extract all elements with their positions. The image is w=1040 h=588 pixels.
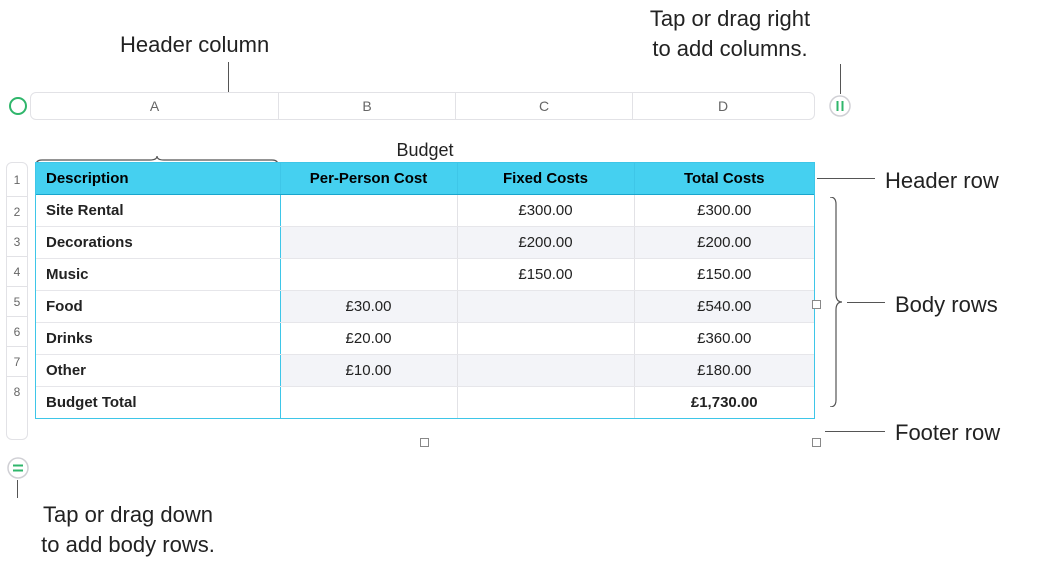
cell[interactable]: £150.00: [457, 259, 634, 291]
callout-add-rows: Tap or drag down to add body rows.: [18, 500, 238, 559]
cell[interactable]: £300.00: [634, 195, 814, 227]
row-ruler[interactable]: 1 2 3 4 5 6 7 8: [6, 162, 28, 440]
cell[interactable]: Other: [36, 355, 280, 387]
cell[interactable]: £200.00: [634, 227, 814, 259]
table-row[interactable]: Food £30.00 £540.00: [36, 291, 814, 323]
cell[interactable]: [280, 387, 457, 419]
table-title: Budget: [35, 140, 815, 161]
selection-handle-icon[interactable]: [420, 438, 429, 447]
cell[interactable]: [457, 387, 634, 419]
table-row[interactable]: Drinks £20.00 £360.00: [36, 323, 814, 355]
selection-handle-icon[interactable]: [812, 438, 821, 447]
row-number[interactable]: 4: [7, 257, 27, 287]
callout-footer-row: Footer row: [895, 418, 1000, 448]
cell[interactable]: [280, 195, 457, 227]
table-row[interactable]: Site Rental £300.00 £300.00: [36, 195, 814, 227]
cell[interactable]: [280, 227, 457, 259]
callout-add-columns: Tap or drag right to add columns.: [600, 4, 860, 63]
table-header-row[interactable]: Description Per-Person Cost Fixed Costs …: [36, 163, 814, 195]
brace-body-rows: [830, 197, 842, 407]
leader-line: [228, 62, 229, 94]
cell[interactable]: £540.00: [634, 291, 814, 323]
table-row[interactable]: Decorations £200.00 £200.00: [36, 227, 814, 259]
row-number[interactable]: 6: [7, 317, 27, 347]
spreadsheet-table[interactable]: Description Per-Person Cost Fixed Costs …: [35, 162, 815, 419]
cell[interactable]: £30.00: [280, 291, 457, 323]
cell[interactable]: Decorations: [36, 227, 280, 259]
column-header-b[interactable]: B: [279, 93, 456, 119]
cell[interactable]: [457, 323, 634, 355]
row-number[interactable]: 5: [7, 287, 27, 317]
row-number[interactable]: 3: [7, 227, 27, 257]
cell[interactable]: [280, 259, 457, 291]
cell[interactable]: £150.00: [634, 259, 814, 291]
cell[interactable]: £300.00: [457, 195, 634, 227]
leader-line: [840, 64, 841, 94]
header-cell[interactable]: Description: [36, 163, 280, 195]
header-cell[interactable]: Per-Person Cost: [280, 163, 457, 195]
row-number[interactable]: 2: [7, 197, 27, 227]
table-handle-icon[interactable]: [6, 94, 30, 118]
row-number[interactable]: 8: [7, 377, 27, 408]
callout-header-row: Header row: [885, 166, 999, 196]
header-cell[interactable]: Total Costs: [634, 163, 814, 195]
column-ruler[interactable]: A B C D: [30, 92, 815, 120]
add-rows-handle-icon[interactable]: [6, 456, 30, 480]
column-header-d[interactable]: D: [633, 93, 813, 119]
cell[interactable]: £360.00: [634, 323, 814, 355]
cell[interactable]: Food: [36, 291, 280, 323]
table-row[interactable]: Other £10.00 £180.00: [36, 355, 814, 387]
cell[interactable]: [457, 291, 634, 323]
cell[interactable]: £10.00: [280, 355, 457, 387]
cell[interactable]: Music: [36, 259, 280, 291]
callout-body-rows: Body rows: [895, 290, 998, 320]
annotated-spreadsheet-figure: Header column Tap or drag right to add c…: [0, 0, 1040, 588]
cell[interactable]: £200.00: [457, 227, 634, 259]
cell[interactable]: [457, 355, 634, 387]
leader-line: [847, 302, 885, 303]
cell[interactable]: Site Rental: [36, 195, 280, 227]
column-header-c[interactable]: C: [456, 93, 633, 119]
selection-handle-icon[interactable]: [812, 300, 821, 309]
cell[interactable]: Budget Total: [36, 387, 280, 419]
table-body: Site Rental £300.00 £300.00 Decorations …: [36, 195, 814, 419]
row-number[interactable]: 1: [7, 163, 27, 197]
cell[interactable]: £1,730.00: [634, 387, 814, 419]
header-cell[interactable]: Fixed Costs: [457, 163, 634, 195]
row-number[interactable]: 7: [7, 347, 27, 377]
leader-line: [825, 431, 885, 432]
callout-header-column: Header column: [120, 30, 340, 60]
column-header-a[interactable]: A: [31, 93, 279, 119]
cell[interactable]: £180.00: [634, 355, 814, 387]
table-footer-row[interactable]: Budget Total £1,730.00: [36, 387, 814, 419]
cell[interactable]: £20.00: [280, 323, 457, 355]
leader-line: [817, 178, 875, 179]
add-columns-handle-icon[interactable]: [828, 94, 852, 118]
table-row[interactable]: Music £150.00 £150.00: [36, 259, 814, 291]
cell[interactable]: Drinks: [36, 323, 280, 355]
leader-line: [17, 480, 18, 498]
